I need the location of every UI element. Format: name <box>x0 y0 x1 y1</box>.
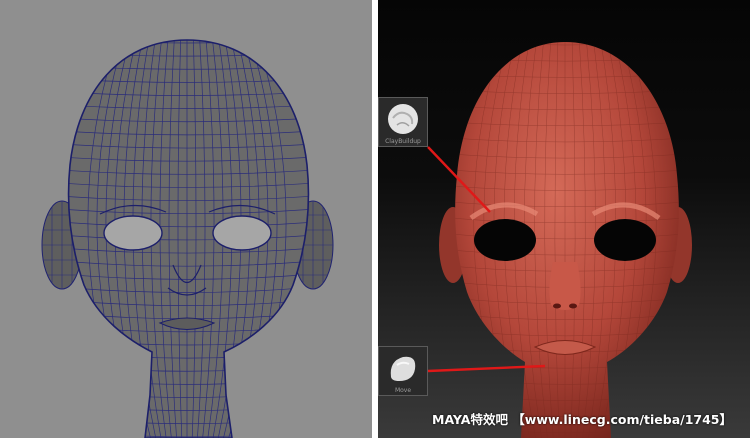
move-brush-icon <box>390 356 416 381</box>
eye-hole-left <box>474 219 536 261</box>
panel-divider <box>372 0 378 438</box>
head-mesh <box>67 39 310 438</box>
maya-wireframe-viewport <box>0 0 375 438</box>
brush-caption-move: Move <box>394 387 412 394</box>
sculpt-head-render <box>427 42 692 438</box>
wireframe-head-render <box>41 39 334 438</box>
watermark-text: MAYA特效吧 【www.linecg.com/tieba/1745】 <box>432 412 733 427</box>
eye-socket-right <box>212 215 272 251</box>
eye-socket-left <box>103 215 163 251</box>
brush-caption-claybuildup: ClayBuildup <box>385 138 421 145</box>
brush-thumbnail-move: Move <box>378 346 428 396</box>
zbrush-sculpt-viewport: ClayBuildup Move <box>375 0 750 438</box>
claybuildup-brush-icon <box>388 104 418 134</box>
brush-thumbnail-claybuildup: ClayBuildup <box>378 97 428 147</box>
nose-sculpt <box>549 262 581 310</box>
eye-hole-right <box>594 219 656 261</box>
comparison-image: ClayBuildup Move MAYA特效吧 【www.linecg.com… <box>0 0 750 438</box>
